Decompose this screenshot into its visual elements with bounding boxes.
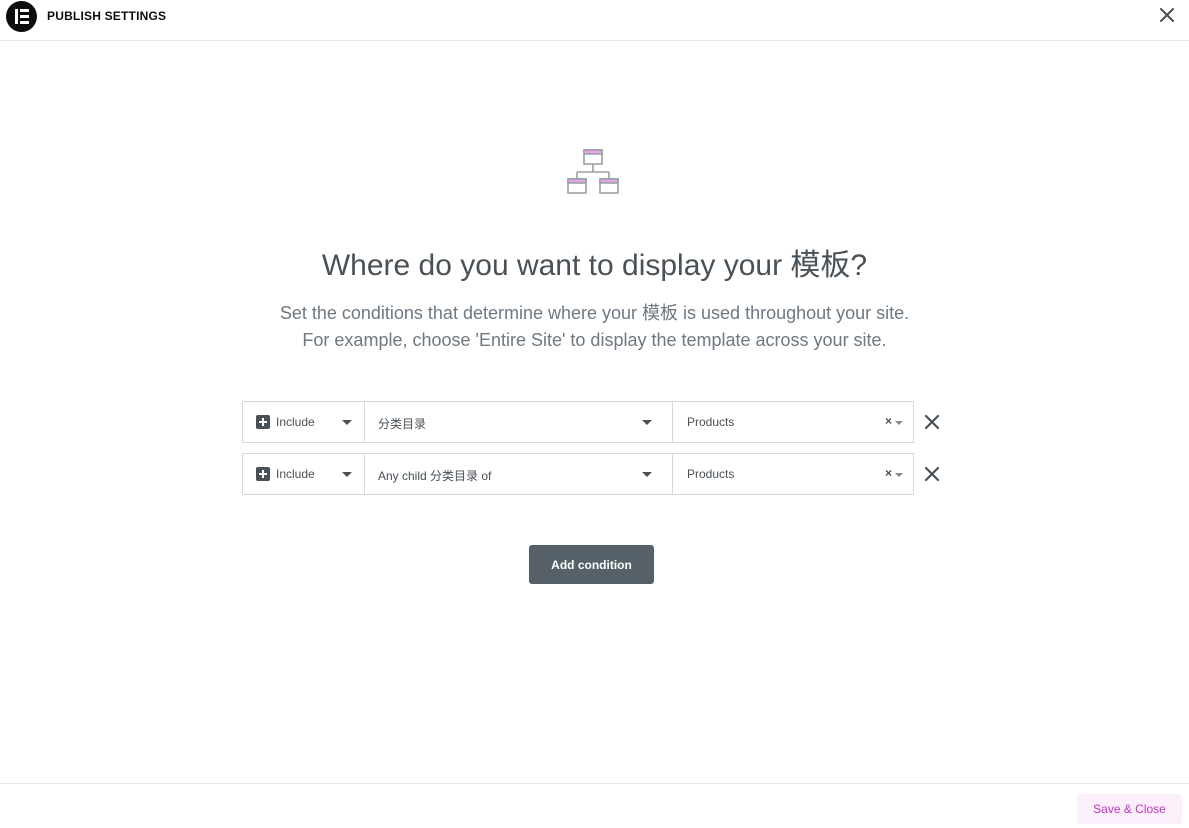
condition-sub-select[interactable]: Products × [673, 402, 913, 442]
header-bar: PUBLISH SETTINGS [0, 0, 1189, 41]
close-icon[interactable] [1156, 4, 1178, 26]
condition-name-value: 分类目录 [378, 417, 427, 431]
chevron-down-icon [895, 473, 903, 477]
page-title: PUBLISH SETTINGS [47, 9, 167, 23]
clear-selection-icon[interactable]: × [885, 414, 892, 428]
clear-selection-icon[interactable]: × [885, 466, 892, 480]
chevron-down-icon [895, 421, 903, 425]
condition-sub-value: Products [687, 415, 735, 429]
condition-name-select[interactable]: 分类目录 [365, 402, 673, 442]
elementor-logo-icon [6, 1, 37, 32]
condition-type-value: Include [276, 415, 315, 429]
condition-type-select[interactable]: Include [243, 454, 365, 494]
sitemap-icon [566, 148, 620, 196]
plus-icon [256, 467, 270, 481]
main-description: Set the conditions that determine where … [0, 300, 1189, 354]
condition-row: Include 分类目录 Products × [242, 401, 914, 443]
description-line-2: For example, choose 'Entire Site' to dis… [302, 330, 887, 350]
main-heading: Where do you want to display your 模板? [321, 249, 868, 282]
condition-type-value: Include [276, 467, 315, 481]
save-close-button[interactable]: Save & Close [1077, 794, 1182, 824]
condition-sub-value: Products [687, 467, 735, 481]
condition-sub-select[interactable]: Products × [673, 454, 913, 494]
description-line-1: Set the conditions that determine where … [279, 303, 910, 323]
condition-row: Include Any child 分类目录 of Products × [242, 453, 914, 495]
chevron-down-icon [642, 472, 652, 477]
condition-type-select[interactable]: Include [243, 402, 365, 442]
condition-name-value: Any child 分类目录 of [378, 469, 492, 483]
remove-condition-icon[interactable] [923, 413, 941, 431]
remove-condition-icon[interactable] [923, 465, 941, 483]
chevron-down-icon [342, 420, 352, 425]
footer-bar [0, 783, 1189, 828]
add-condition-button[interactable]: Add condition [529, 545, 654, 584]
chevron-down-icon [342, 472, 352, 477]
plus-icon [256, 415, 270, 429]
condition-name-select[interactable]: Any child 分类目录 of [365, 454, 673, 494]
chevron-down-icon [642, 420, 652, 425]
